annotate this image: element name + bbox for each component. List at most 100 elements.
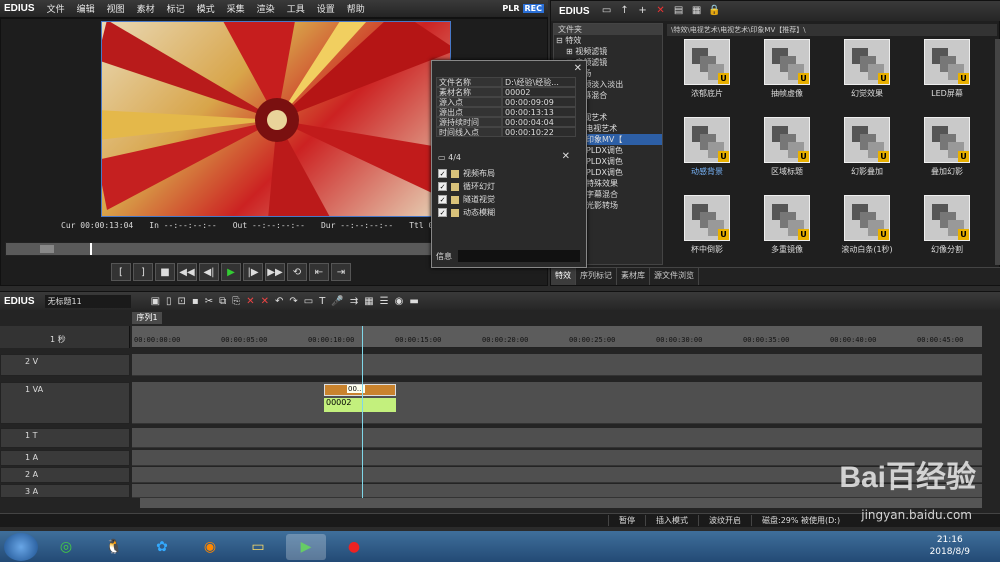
track-label[interactable]: 1 T <box>0 428 130 448</box>
effect-tile[interactable]: U 抽帧虚像 <box>747 39 827 117</box>
effect-tile[interactable]: U 幻觉效果 <box>827 39 907 117</box>
open-icon[interactable]: ⊡ <box>178 296 186 307</box>
lock-icon[interactable]: 🔒 <box>708 4 722 18</box>
menu-settings[interactable]: 设置 <box>311 2 341 15</box>
track-lane[interactable] <box>132 354 982 376</box>
track-label[interactable]: 1 A <box>0 450 130 466</box>
ripple-delete-icon[interactable]: ✕ <box>261 296 269 307</box>
tab-source-browser[interactable]: 源文件浏览 <box>650 268 699 285</box>
mic-icon[interactable]: 🎤 <box>331 296 343 307</box>
app-explorer-icon[interactable]: ▭ <box>238 534 278 560</box>
effect-tile[interactable]: U 幻影叠加 <box>827 117 907 195</box>
menu-view[interactable]: 视图 <box>101 2 131 15</box>
save-icon[interactable]: ▪ <box>192 296 199 307</box>
step-back-icon[interactable]: ◀| <box>199 263 219 281</box>
up-icon[interactable]: ↑ <box>618 4 632 18</box>
effect-tile[interactable]: U 浓郁底片 <box>667 39 747 117</box>
render-icon[interactable]: ▭ <box>304 296 313 307</box>
fast-forward-icon[interactable]: ▶▶ <box>265 263 285 281</box>
close-icon[interactable]: ✕ <box>574 63 582 74</box>
timeline-scrollbar[interactable] <box>140 498 982 508</box>
effect-item[interactable]: ✓ 视频布局 <box>438 167 578 180</box>
undo-icon[interactable]: ↶ <box>275 296 283 307</box>
plr-label[interactable]: PLR <box>500 4 521 13</box>
app-edius-icon[interactable]: ▶ <box>286 533 326 560</box>
properties-icon[interactable]: ▤ <box>672 4 686 18</box>
new-sequence-icon[interactable]: ▣ <box>151 296 160 307</box>
menu-render[interactable]: 渲染 <box>251 2 281 15</box>
menu-file[interactable]: 文件 <box>41 2 71 15</box>
rewind-icon[interactable]: ◀◀ <box>177 263 197 281</box>
export-icon[interactable]: ⇉ <box>350 296 358 307</box>
track-label[interactable]: 2 V <box>0 354 130 376</box>
play-icon[interactable]: ▶ <box>221 263 241 281</box>
playhead[interactable] <box>362 326 363 504</box>
add-folder-icon[interactable]: + <box>636 4 650 18</box>
tab-sequence-markers[interactable]: 序列标记 <box>576 268 617 285</box>
cut-icon[interactable]: ✂ <box>205 296 213 307</box>
record-icon[interactable]: ◉ <box>395 296 404 307</box>
plr-rec-switch[interactable]: PLR REC <box>500 4 544 13</box>
track-label[interactable]: 3 A <box>0 484 130 498</box>
tab-bin[interactable]: 素材库 <box>617 268 650 285</box>
title-icon[interactable]: T <box>319 296 325 307</box>
redo-icon[interactable]: ↷ <box>289 296 297 307</box>
view-icon[interactable]: ▦ <box>690 4 704 18</box>
insert-icon[interactable]: ⇤ <box>309 263 329 281</box>
tree-item[interactable]: ⊟ 特效 <box>554 35 662 46</box>
menu-clip[interactable]: 素材 <box>131 2 161 15</box>
delete-icon[interactable]: ✕ <box>246 296 254 307</box>
effect-tile[interactable]: U 多重镜像 <box>747 195 827 273</box>
track-lane[interactable] <box>132 428 982 448</box>
effect-tile[interactable]: U 滚动白条(1秒) <box>827 195 907 273</box>
app-recorder-icon[interactable]: ● <box>334 534 374 560</box>
start-button[interactable] <box>4 532 38 561</box>
new-project-icon[interactable]: ▯ <box>166 296 172 307</box>
set-out-icon[interactable]: ] <box>133 263 153 281</box>
effect-tile[interactable]: U 动感背景 <box>667 117 747 195</box>
effect-item[interactable]: ✓ 隧道视觉 <box>438 193 578 206</box>
effect-tile[interactable]: U 区域标题 <box>747 117 827 195</box>
tab-effects[interactable]: 特效 <box>551 268 576 285</box>
effect-item[interactable]: ✓ 循环幻灯 <box>438 180 578 193</box>
mixer-icon[interactable]: ☰ <box>380 296 389 307</box>
effect-tile[interactable]: U LED屏幕 <box>907 39 987 117</box>
app-qq-icon[interactable]: 🐧 <box>94 534 134 560</box>
display-icon[interactable]: ▬ <box>409 296 418 307</box>
track-label[interactable]: 2 A <box>0 467 130 483</box>
tab-sequence[interactable]: 序列1 <box>132 312 162 324</box>
effect-tile[interactable]: U 杯中倒影 <box>667 195 747 273</box>
effect-item[interactable]: ✓ 动态模糊 <box>438 206 578 219</box>
audio-clip[interactable]: 00002 <box>324 398 396 412</box>
folder-icon[interactable]: ▭ <box>600 4 614 18</box>
app-firefox-icon[interactable]: ◉ <box>190 534 230 560</box>
effect-tile[interactable]: U 幻像分割 <box>907 195 987 273</box>
bin-scrollbar[interactable] <box>995 39 1000 265</box>
rec-label[interactable]: REC <box>522 4 544 13</box>
track-lane[interactable] <box>132 382 982 424</box>
overwrite-icon[interactable]: ⇥ <box>331 263 351 281</box>
menu-edit[interactable]: 编辑 <box>71 2 101 15</box>
zoom-scale[interactable]: 1 秒 <box>50 334 66 345</box>
tree-item[interactable]: ⊞ 视频滤镜 <box>554 46 662 57</box>
video-clip[interactable]: 00... <box>324 384 396 396</box>
close-icon[interactable]: ✕ <box>562 151 570 162</box>
effect-tile[interactable]: U 叠加幻影 <box>907 117 987 195</box>
app-360-icon[interactable]: ◎ <box>46 534 86 560</box>
track-label[interactable]: 1 VA <box>0 382 130 424</box>
step-forward-icon[interactable]: |▶ <box>243 263 263 281</box>
paste-icon[interactable]: ⎘ <box>232 296 240 307</box>
menu-mode[interactable]: 模式 <box>191 2 221 15</box>
time-ruler[interactable]: 00:00:00:00 00:00:05:00 00:00:10:00 00:00:1… <box>132 326 982 348</box>
app-media-icon[interactable]: ✿ <box>142 534 182 560</box>
menu-marker[interactable]: 标记 <box>161 2 191 15</box>
set-in-icon[interactable]: [ <box>111 263 131 281</box>
loop-icon[interactable]: ⟲ <box>287 263 307 281</box>
grid-icon[interactable]: ▦ <box>364 296 373 307</box>
menu-tools[interactable]: 工具 <box>281 2 311 15</box>
stop-icon[interactable]: ■ <box>155 263 175 281</box>
scrub-handle[interactable] <box>40 245 54 253</box>
taskbar-clock[interactable]: 21:16 2018/8/9 <box>930 534 970 558</box>
menu-capture[interactable]: 采集 <box>221 2 251 15</box>
copy-icon[interactable]: ⧉ <box>219 296 226 307</box>
